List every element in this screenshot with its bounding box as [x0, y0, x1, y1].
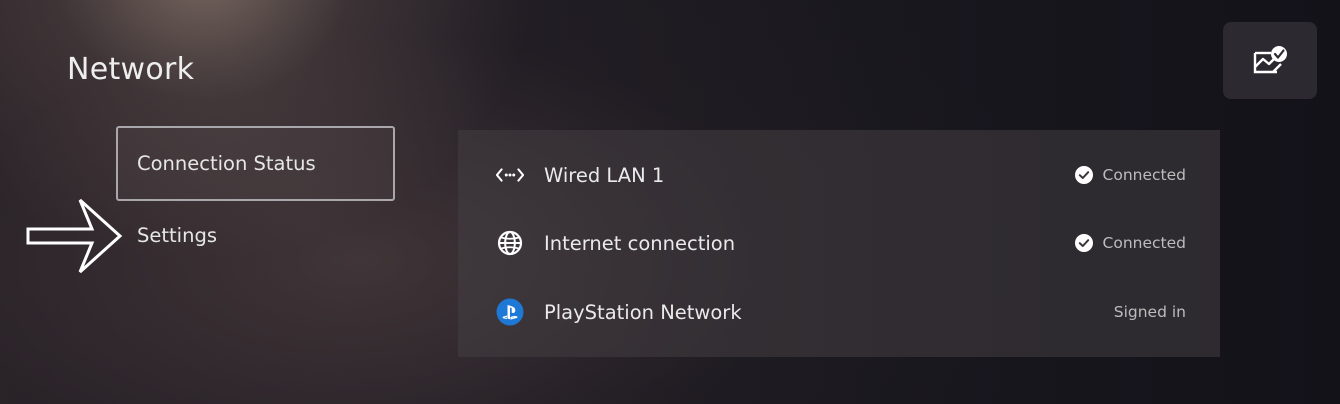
- menu-item-label: Connection Status: [137, 152, 316, 175]
- status-row-label: Wired LAN 1: [544, 163, 665, 187]
- check-circle-icon: [1074, 234, 1093, 252]
- menu-item-settings[interactable]: Settings: [116, 198, 395, 273]
- status-row-label: Internet connection: [544, 231, 736, 255]
- status-badge: Connected: [1074, 166, 1186, 184]
- menu-item-label: Settings: [137, 224, 217, 247]
- network-screen: Network Connection Status Settings Wired…: [0, 0, 1340, 404]
- status-row-wired-lan: Wired LAN 1 Connected: [458, 150, 1220, 200]
- status-badge: Connected: [1074, 234, 1186, 252]
- menu-item-connection-status[interactable]: Connection Status: [116, 126, 395, 201]
- status-badge: Signed in: [1114, 303, 1186, 321]
- page-title: Network: [67, 52, 195, 87]
- status-row-psn: PlayStation Network Signed in: [458, 287, 1220, 337]
- status-row-internet: Internet connection Connected: [458, 218, 1220, 268]
- check-circle-icon: [1074, 166, 1093, 184]
- playstation-icon: [496, 298, 524, 326]
- right-arrow-icon: [26, 198, 123, 274]
- network-check-button[interactable]: [1223, 22, 1317, 99]
- network-check-icon: [1253, 45, 1287, 73]
- status-row-label: PlayStation Network: [544, 300, 742, 324]
- wired-lan-icon: [496, 161, 524, 189]
- status-text: Connected: [1102, 234, 1186, 252]
- status-text: Signed in: [1113, 303, 1186, 321]
- connection-status-panel: Wired LAN 1 Connected Internet connectio…: [458, 130, 1220, 357]
- globe-icon: [496, 229, 524, 257]
- status-text: Connected: [1102, 166, 1186, 184]
